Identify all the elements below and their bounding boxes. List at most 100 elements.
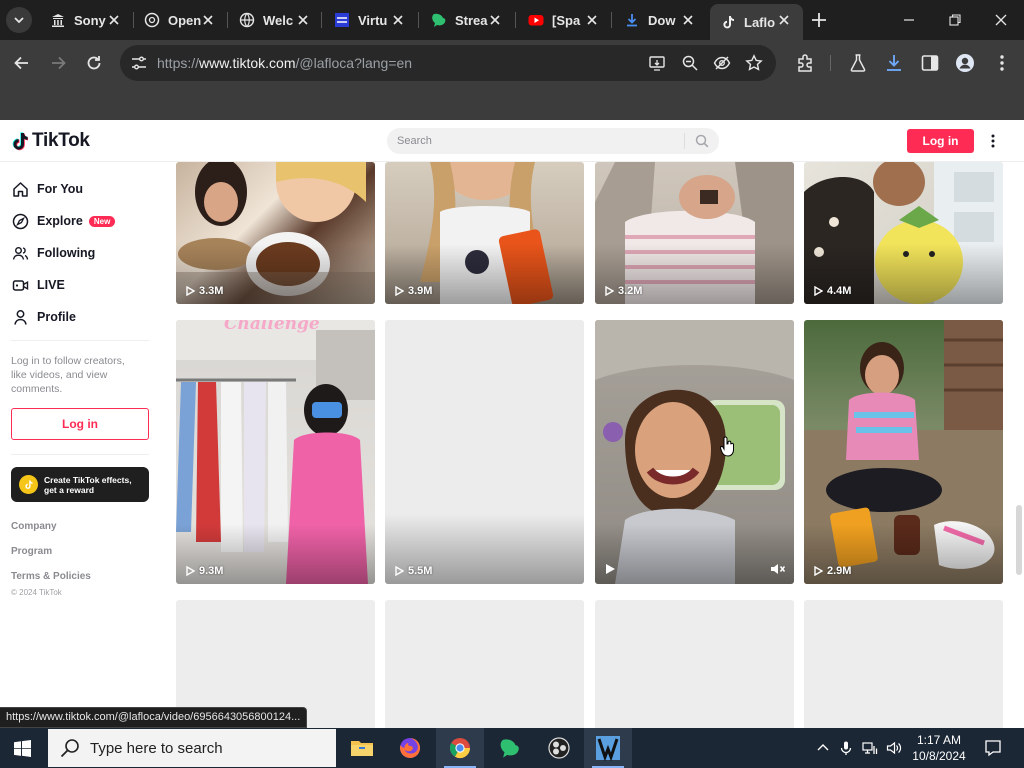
- tiktok-search-bar[interactable]: [387, 128, 719, 154]
- taskbar-firefox[interactable]: [386, 728, 434, 768]
- taskbar-file-explorer[interactable]: [338, 728, 386, 768]
- labs-flask-icon[interactable]: [848, 53, 868, 73]
- nav-explore[interactable]: Explore New: [11, 210, 116, 232]
- chevron-up-icon[interactable]: [815, 740, 831, 756]
- close-icon[interactable]: [391, 13, 405, 27]
- video-card-placeholder[interactable]: [804, 600, 1003, 728]
- taskbar-clock[interactable]: 1:17 AM 10/8/2024: [904, 732, 974, 764]
- network-icon[interactable]: [862, 740, 878, 756]
- profile-avatar-icon[interactable]: [955, 53, 975, 73]
- volume-icon[interactable]: [886, 740, 902, 756]
- tab-youtube[interactable]: [Spa: [518, 4, 611, 36]
- view-count-text: 2.9M: [827, 565, 852, 577]
- video-card[interactable]: 2.9M: [804, 320, 1003, 584]
- video-card[interactable]: 3.2M: [595, 162, 794, 304]
- tab-welcome[interactable]: Welc: [229, 4, 322, 36]
- header-login-button[interactable]: Log in: [907, 129, 974, 153]
- challenge-overlay-text: Challenge: [224, 320, 320, 334]
- view-count-text: 4.4M: [827, 285, 852, 297]
- video-card-placeholder[interactable]: [385, 600, 584, 728]
- new-tab-icon[interactable]: [810, 11, 828, 29]
- close-icon[interactable]: [585, 13, 599, 27]
- window-close-icon[interactable]: [993, 12, 1009, 28]
- tab-download[interactable]: Dow: [614, 4, 707, 36]
- tiktok-header: TikTok Log in: [0, 120, 1024, 162]
- tab-virtual[interactable]: Virtu: [324, 4, 417, 36]
- tab-separator: [418, 12, 419, 28]
- video-card-loading[interactable]: 5.5M: [385, 320, 584, 584]
- forward-arrow-icon[interactable]: [48, 53, 68, 73]
- extensions-icon[interactable]: [795, 53, 815, 73]
- view-count: 5.5M: [395, 565, 432, 577]
- link-program[interactable]: Program: [11, 546, 52, 557]
- restore-icon[interactable]: [947, 12, 963, 28]
- close-icon[interactable]: [488, 13, 502, 27]
- nav-label: LIVE: [37, 278, 65, 292]
- video-card-placeholder[interactable]: [595, 600, 794, 728]
- nav-following[interactable]: Following: [11, 242, 95, 264]
- close-icon[interactable]: [201, 13, 215, 27]
- side-panel-icon[interactable]: [920, 53, 940, 73]
- tiktok-search-input[interactable]: [397, 133, 677, 149]
- zoom-icon[interactable]: [681, 54, 699, 72]
- link-terms[interactable]: Terms & Policies: [11, 571, 91, 582]
- link-company[interactable]: Company: [11, 521, 57, 532]
- taskbar-chrome[interactable]: [436, 728, 484, 768]
- page-scrollbar[interactable]: [1016, 505, 1022, 575]
- tiktok-note-icon: [12, 131, 28, 150]
- play-icon: [395, 566, 404, 576]
- create-effects-banner[interactable]: Create TikTok effects, get a reward: [11, 467, 149, 502]
- more-vertical-icon[interactable]: [986, 132, 1000, 150]
- video-card[interactable]: 3.9M: [385, 162, 584, 304]
- microphone-icon[interactable]: [838, 740, 854, 756]
- bookmark-star-icon[interactable]: [745, 54, 763, 72]
- play-icon[interactable]: [605, 563, 616, 575]
- nav-live[interactable]: LIVE: [11, 274, 65, 296]
- tab-openai[interactable]: Open: [134, 4, 227, 36]
- taskbar-obs[interactable]: [535, 728, 583, 768]
- nav-for-you[interactable]: For You: [11, 178, 83, 200]
- taskbar-stream-app[interactable]: [486, 728, 534, 768]
- browser-menu-icon[interactable]: [992, 53, 1012, 73]
- video-card[interactable]: 4.4M: [804, 162, 1003, 304]
- close-icon[interactable]: [296, 13, 310, 27]
- view-count-text: 3.2M: [618, 285, 643, 297]
- nav-profile[interactable]: Profile: [11, 306, 76, 328]
- video-card[interactable]: 3.3M: [176, 162, 375, 304]
- address-bar[interactable]: https://www.tiktok.com/@lafloca?lang=en: [120, 45, 776, 81]
- nav-label: Profile: [37, 310, 76, 324]
- search-icon[interactable]: [695, 134, 709, 148]
- close-icon[interactable]: [107, 13, 121, 27]
- folder-icon: [351, 741, 373, 756]
- reload-icon[interactable]: [84, 53, 104, 73]
- download-icon: [624, 12, 640, 28]
- install-app-icon[interactable]: [648, 54, 666, 72]
- tracking-protection-icon[interactable]: [713, 54, 731, 72]
- tab-separator: [321, 12, 322, 28]
- windows-start-icon[interactable]: [14, 740, 31, 757]
- play-icon: [186, 566, 195, 576]
- new-badge: New: [88, 215, 116, 227]
- downloads-icon[interactable]: [884, 53, 904, 73]
- back-arrow-icon[interactable]: [12, 53, 32, 73]
- stream-icon: [431, 12, 447, 28]
- close-icon[interactable]: [777, 13, 791, 27]
- close-icon[interactable]: [681, 13, 695, 27]
- url-text: https://www.tiktok.com/@lafloca?lang=en: [157, 55, 412, 71]
- video-card-playing[interactable]: [595, 320, 794, 584]
- tiktok-logo[interactable]: TikTok: [11, 130, 90, 152]
- view-count: 3.3M: [186, 285, 223, 297]
- tab-separator: [515, 12, 516, 28]
- taskbar-video-editor[interactable]: [584, 728, 632, 768]
- site-settings-icon[interactable]: [130, 54, 148, 72]
- tab-stream[interactable]: Strea: [421, 4, 514, 36]
- tab-sony[interactable]: Sony: [40, 4, 133, 36]
- taskbar-search-box[interactable]: Type here to search: [48, 729, 336, 767]
- notification-icon[interactable]: [984, 739, 1002, 757]
- tab-search-button[interactable]: [6, 7, 32, 33]
- video-card[interactable]: Challenge 9.3M: [176, 320, 375, 584]
- tab-lafloca[interactable]: Laflo: [710, 4, 803, 40]
- mute-icon[interactable]: [770, 562, 786, 576]
- sidebar-login-button[interactable]: Log in: [11, 408, 149, 440]
- minimize-icon[interactable]: [901, 12, 917, 28]
